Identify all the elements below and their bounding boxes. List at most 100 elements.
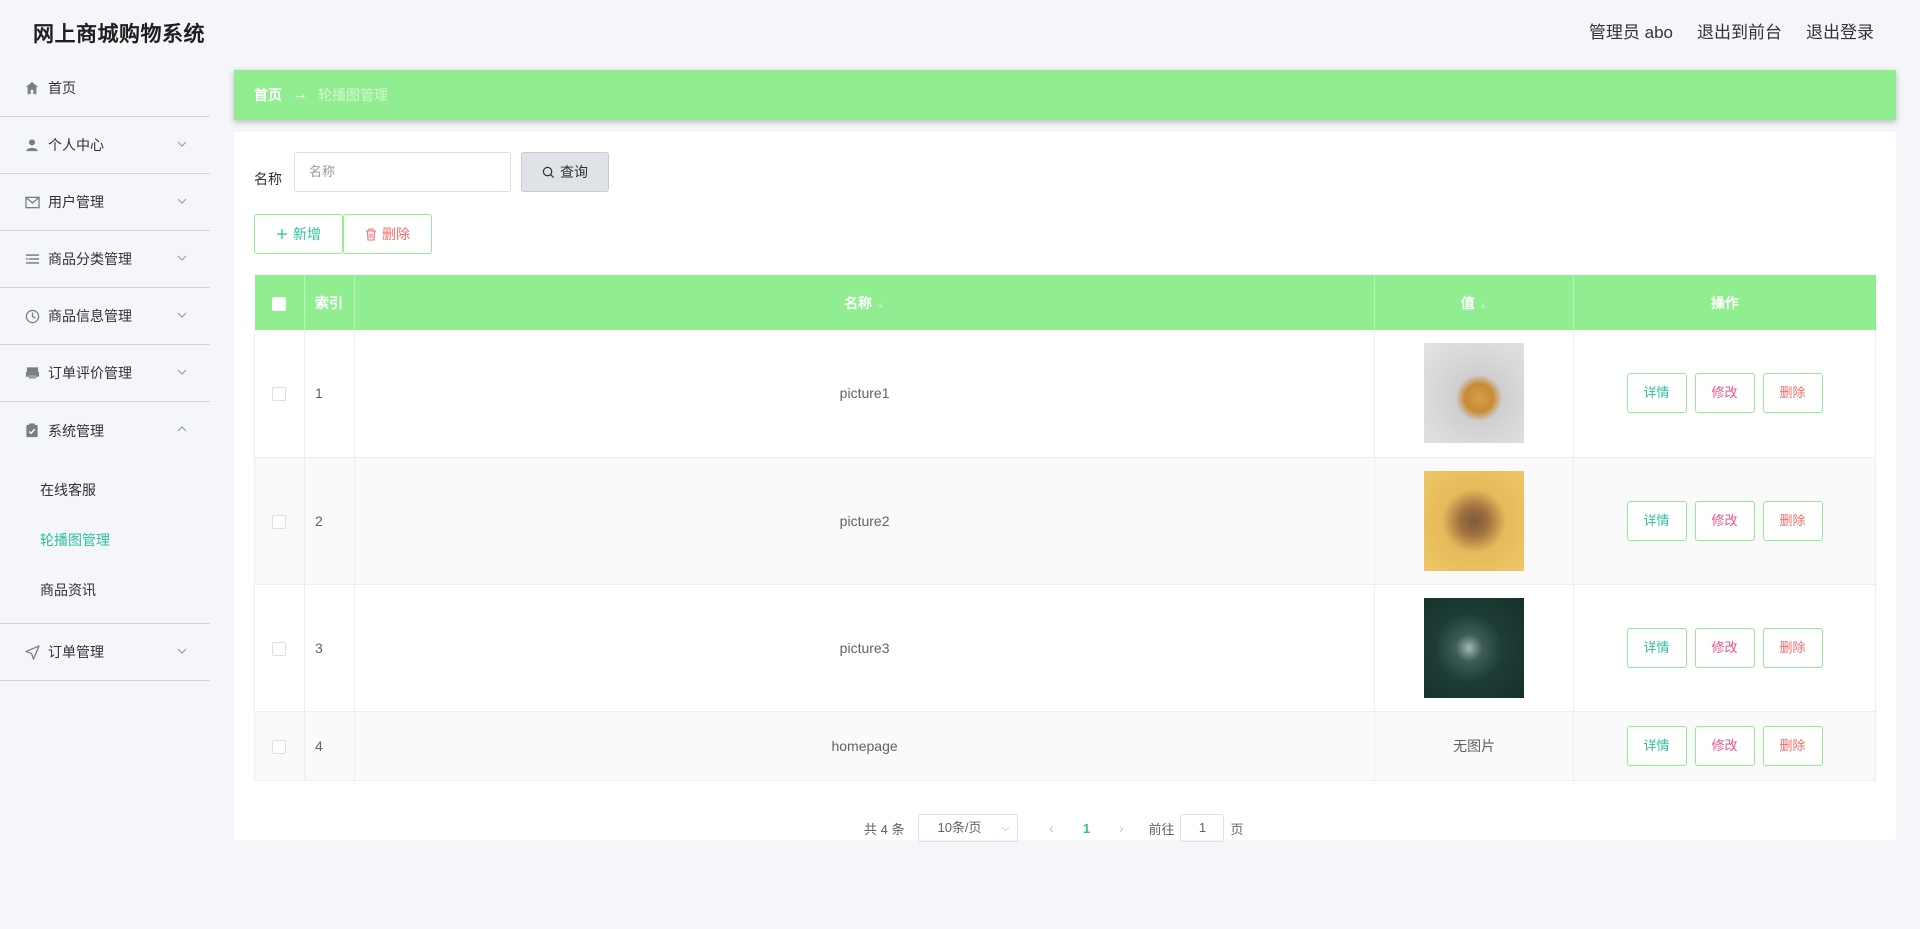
sidebar-item-user-management[interactable]: 用户管理 (0, 174, 210, 231)
column-header-value[interactable]: 值 ▲ (1374, 275, 1575, 330)
current-page-number[interactable]: 1 (1066, 821, 1106, 836)
logout-link[interactable]: 退出登录 (1806, 18, 1874, 43)
table-row: 1 picture1 详情 修改 删除 (254, 330, 1876, 458)
sidebar-item-label: 系统管理 (48, 422, 104, 439)
delete-button[interactable]: 删除 (1762, 500, 1823, 541)
row-index: 3 (304, 584, 355, 712)
search-label: 名称 (254, 171, 282, 187)
row-index: 4 (304, 711, 355, 781)
delete-button[interactable]: 删除 (1762, 373, 1823, 414)
row-select-cell (254, 711, 305, 781)
column-header-name-label: 名称 (844, 294, 873, 311)
page-size-value: 10条/页 (937, 820, 982, 835)
pagination-total: 共 4 条 (864, 821, 905, 837)
add-button[interactable]: 新增 (254, 214, 343, 254)
column-header-index: 索引 (304, 275, 355, 330)
carousel-thumbnail-image (1424, 597, 1525, 698)
chevron-down-icon (177, 141, 187, 147)
next-page-icon[interactable]: › (1106, 820, 1136, 836)
search-input[interactable]: 名称 (294, 152, 511, 192)
user-icon (24, 137, 40, 153)
row-checkbox[interactable] (272, 641, 287, 656)
column-header-value-label: 值 (1460, 294, 1475, 311)
row-index: 2 (304, 457, 355, 585)
breadcrumb-arrow-icon: → (292, 86, 308, 103)
sidebar-item-label: 个人中心 (48, 137, 104, 153)
page-size-select[interactable]: 10条/页 ⌵ (918, 814, 1019, 842)
sidebar-item-order-management[interactable]: 订单管理 (0, 624, 210, 681)
current-user-label: 管理员 abo (1588, 23, 1673, 42)
sidebar-item-order-review-management[interactable]: 订单评价管理 (0, 345, 210, 402)
goto-suffix: 页 (1230, 821, 1244, 837)
carousel-thumbnail-image (1424, 470, 1525, 571)
row-checkbox[interactable] (272, 387, 287, 402)
top-bar: 网上商城购物系统 管理员 abo 退出到前台 退出登录 (0, 0, 1920, 60)
clipboard-icon (24, 423, 40, 439)
edit-button[interactable]: 修改 (1694, 500, 1755, 541)
column-header-actions: 操作 (1573, 275, 1876, 330)
sidebar-item-personal-center[interactable]: 个人中心 (0, 117, 210, 174)
list-icon (24, 251, 40, 267)
sidebar-item-label: 商品分类管理 (48, 251, 132, 267)
chevron-down-icon (177, 648, 187, 654)
detail-button[interactable]: 详情 (1626, 373, 1687, 414)
sidebar-item-label: 首页 (48, 80, 76, 96)
table-row: 3 picture3 详情 修改 删除 (254, 584, 1876, 712)
pagination: 共 4 条 10条/页 ⌵ ‹ 1 › 前往 1 页 (864, 814, 1244, 842)
prev-page-icon[interactable]: ‹ (1036, 820, 1066, 836)
row-value (1374, 584, 1575, 712)
batch-delete-button[interactable]: 删除 (343, 214, 432, 254)
row-checkbox[interactable] (272, 514, 287, 529)
select-all-checkbox[interactable] (272, 296, 287, 311)
row-index: 1 (304, 330, 355, 458)
row-value (1374, 457, 1575, 585)
row-name: picture3 (354, 584, 1376, 712)
row-actions: 详情 修改 删除 (1573, 584, 1876, 712)
sort-icon[interactable]: ▲ (876, 300, 885, 310)
sidebar-subitem-online-service[interactable]: 在线客服 (0, 465, 210, 515)
row-checkbox[interactable] (272, 739, 287, 754)
sidebar-item-home[interactable]: 首页 (0, 60, 210, 117)
carousel-table: 索引 名称 ▲ 值 ▲ 操作 1 picture1 详情 修改 删除 2 pic… (254, 275, 1876, 781)
row-value (1374, 330, 1575, 458)
breadcrumb-current: 轮播图管理 (318, 87, 388, 103)
sidebar-item-label: 订单管理 (48, 644, 104, 660)
exit-to-frontend-link[interactable]: 退出到前台 (1697, 18, 1782, 43)
edit-button[interactable]: 修改 (1694, 373, 1755, 414)
sidebar-item-label: 订单评价管理 (48, 365, 132, 381)
detail-button[interactable]: 详情 (1626, 725, 1687, 766)
search-button[interactable]: 查询 (521, 152, 609, 192)
sort-icon[interactable]: ▲ (1479, 300, 1488, 310)
row-value: 无图片 (1374, 711, 1575, 781)
column-header-name[interactable]: 名称 ▲ (354, 275, 1376, 330)
row-name: picture2 (354, 457, 1376, 585)
chevron-down-icon: ⌵ (1001, 822, 1010, 834)
goto-page-input[interactable]: 1 (1180, 814, 1225, 842)
sidebar-item-product-info-management[interactable]: 商品信息管理 (0, 288, 210, 345)
goto-label: 前往 (1148, 821, 1175, 837)
carousel-thumbnail-image (1424, 343, 1525, 444)
detail-button[interactable]: 详情 (1626, 627, 1687, 668)
edit-button[interactable]: 修改 (1694, 725, 1755, 766)
add-button-label: 新增 (293, 226, 321, 242)
edit-button[interactable]: 修改 (1694, 627, 1755, 668)
breadcrumb-home[interactable]: 首页 (254, 85, 282, 105)
delete-button[interactable]: 删除 (1762, 725, 1823, 766)
printer-icon (24, 365, 40, 381)
chevron-down-icon (177, 255, 187, 261)
row-actions: 详情 修改 删除 (1573, 330, 1876, 458)
sidebar-subitem-product-news[interactable]: 商品资讯 (0, 565, 210, 615)
delete-button[interactable]: 删除 (1762, 627, 1823, 668)
sidebar-item-system-management[interactable]: 系统管理 (0, 402, 210, 459)
search-icon (542, 166, 555, 178)
sidebar-item-label: 用户管理 (48, 194, 104, 210)
row-actions: 详情 修改 删除 (1573, 711, 1876, 781)
select-all-cell (254, 275, 305, 330)
sidebar-subitem-carousel-management[interactable]: 轮播图管理 (0, 515, 210, 565)
detail-button[interactable]: 详情 (1626, 500, 1687, 541)
search-button-label: 查询 (560, 164, 588, 180)
chevron-down-icon (177, 312, 187, 318)
sidebar-item-category-management[interactable]: 商品分类管理 (0, 231, 210, 288)
table-row: 4 homepage 无图片 详情 修改 删除 (254, 711, 1876, 781)
page-jump: 前往 1 页 (1148, 814, 1244, 842)
